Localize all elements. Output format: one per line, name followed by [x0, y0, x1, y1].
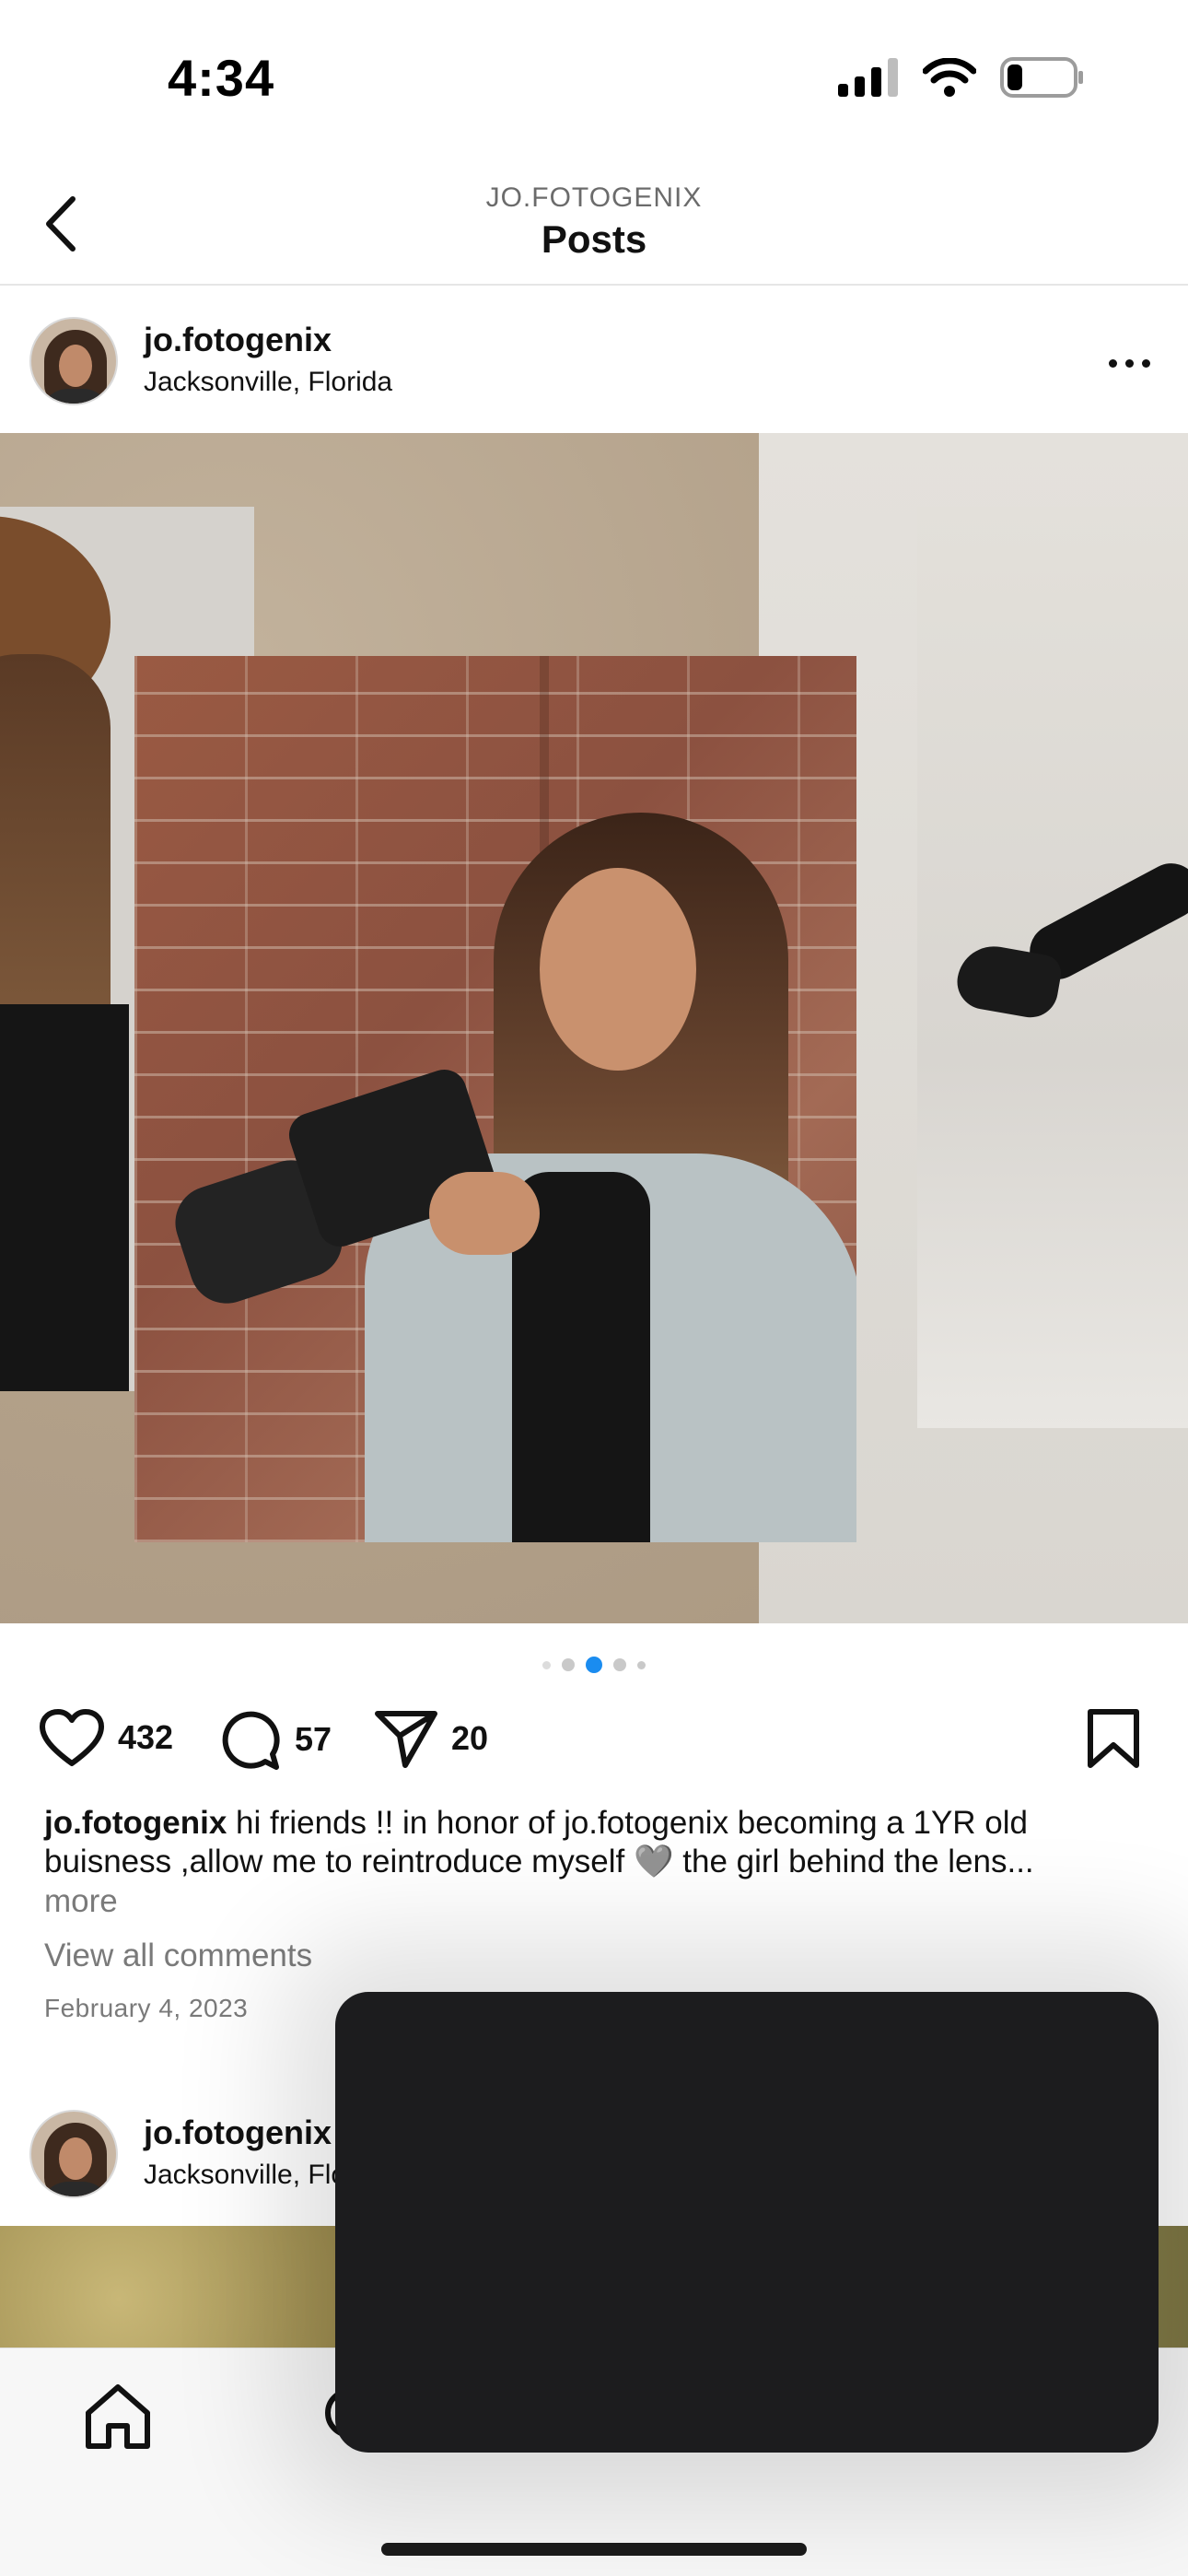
share-count[interactable]: 20 — [451, 1719, 488, 1758]
photo-center — [134, 656, 856, 1542]
save-action — [1087, 1708, 1140, 1769]
overlay-sheet[interactable] — [335, 1992, 1159, 2453]
wifi-icon — [923, 58, 976, 97]
like-action: 432 — [39, 1708, 173, 1767]
caption-username[interactable]: jo.fotogenix — [44, 1805, 227, 1841]
like-count[interactable]: 432 — [118, 1718, 173, 1757]
view-all-comments-link[interactable]: View all comments — [44, 1938, 312, 1974]
heart-icon[interactable] — [39, 1708, 105, 1767]
post-actions: 432 57 20 — [0, 1701, 1188, 1784]
post-username[interactable]: jo.fotogenix — [144, 2113, 332, 2152]
page-title: Posts — [541, 217, 647, 261]
carousel-dot — [613, 1658, 626, 1671]
share-action: 20 — [374, 1708, 488, 1769]
post-location[interactable]: Jacksonville, Florida — [144, 367, 392, 398]
nav-header: JO.FOTOGENIX Posts — [0, 157, 1188, 286]
avatar[interactable] — [29, 2110, 118, 2198]
post-date: February 4, 2023 — [44, 1994, 249, 2022]
post-username[interactable]: jo.fotogenix — [144, 321, 332, 359]
comment-bubble-icon[interactable] — [219, 1708, 282, 1771]
carousel-dot — [562, 1658, 575, 1671]
status-icons — [838, 57, 1085, 98]
bookmark-icon[interactable] — [1087, 1708, 1140, 1769]
carousel-dot — [542, 1660, 551, 1669]
cellular-signal-icon — [838, 58, 898, 97]
more-options-button[interactable] — [1096, 330, 1162, 396]
carousel-indicator — [0, 1657, 1188, 1673]
caption-more-link[interactable]: more — [44, 1883, 118, 1920]
home-indicator[interactable] — [381, 2543, 807, 2556]
carousel-dot-active — [586, 1657, 602, 1673]
comment-action: 57 — [219, 1708, 332, 1771]
avatar[interactable] — [29, 317, 118, 405]
tab-home[interactable] — [81, 2380, 155, 2453]
home-icon — [86, 2384, 150, 2449]
post-caption: jo.fotogenix hi friends !! in honor of j… — [44, 1804, 1149, 1881]
more-horizontal-icon — [1108, 358, 1117, 368]
carousel-dot — [637, 1660, 646, 1669]
battery-icon — [1000, 57, 1083, 98]
post-header: jo.fotogenix Jacksonville, Florida — [0, 287, 1188, 435]
comment-count[interactable]: 57 — [295, 1720, 332, 1759]
account-label: JO.FOTOGENIX — [485, 182, 703, 213]
status-bar: 4:34 — [0, 0, 1188, 157]
paper-plane-icon[interactable] — [374, 1708, 438, 1769]
post-media[interactable] — [0, 433, 1188, 1623]
status-time: 4:34 — [168, 49, 275, 107]
